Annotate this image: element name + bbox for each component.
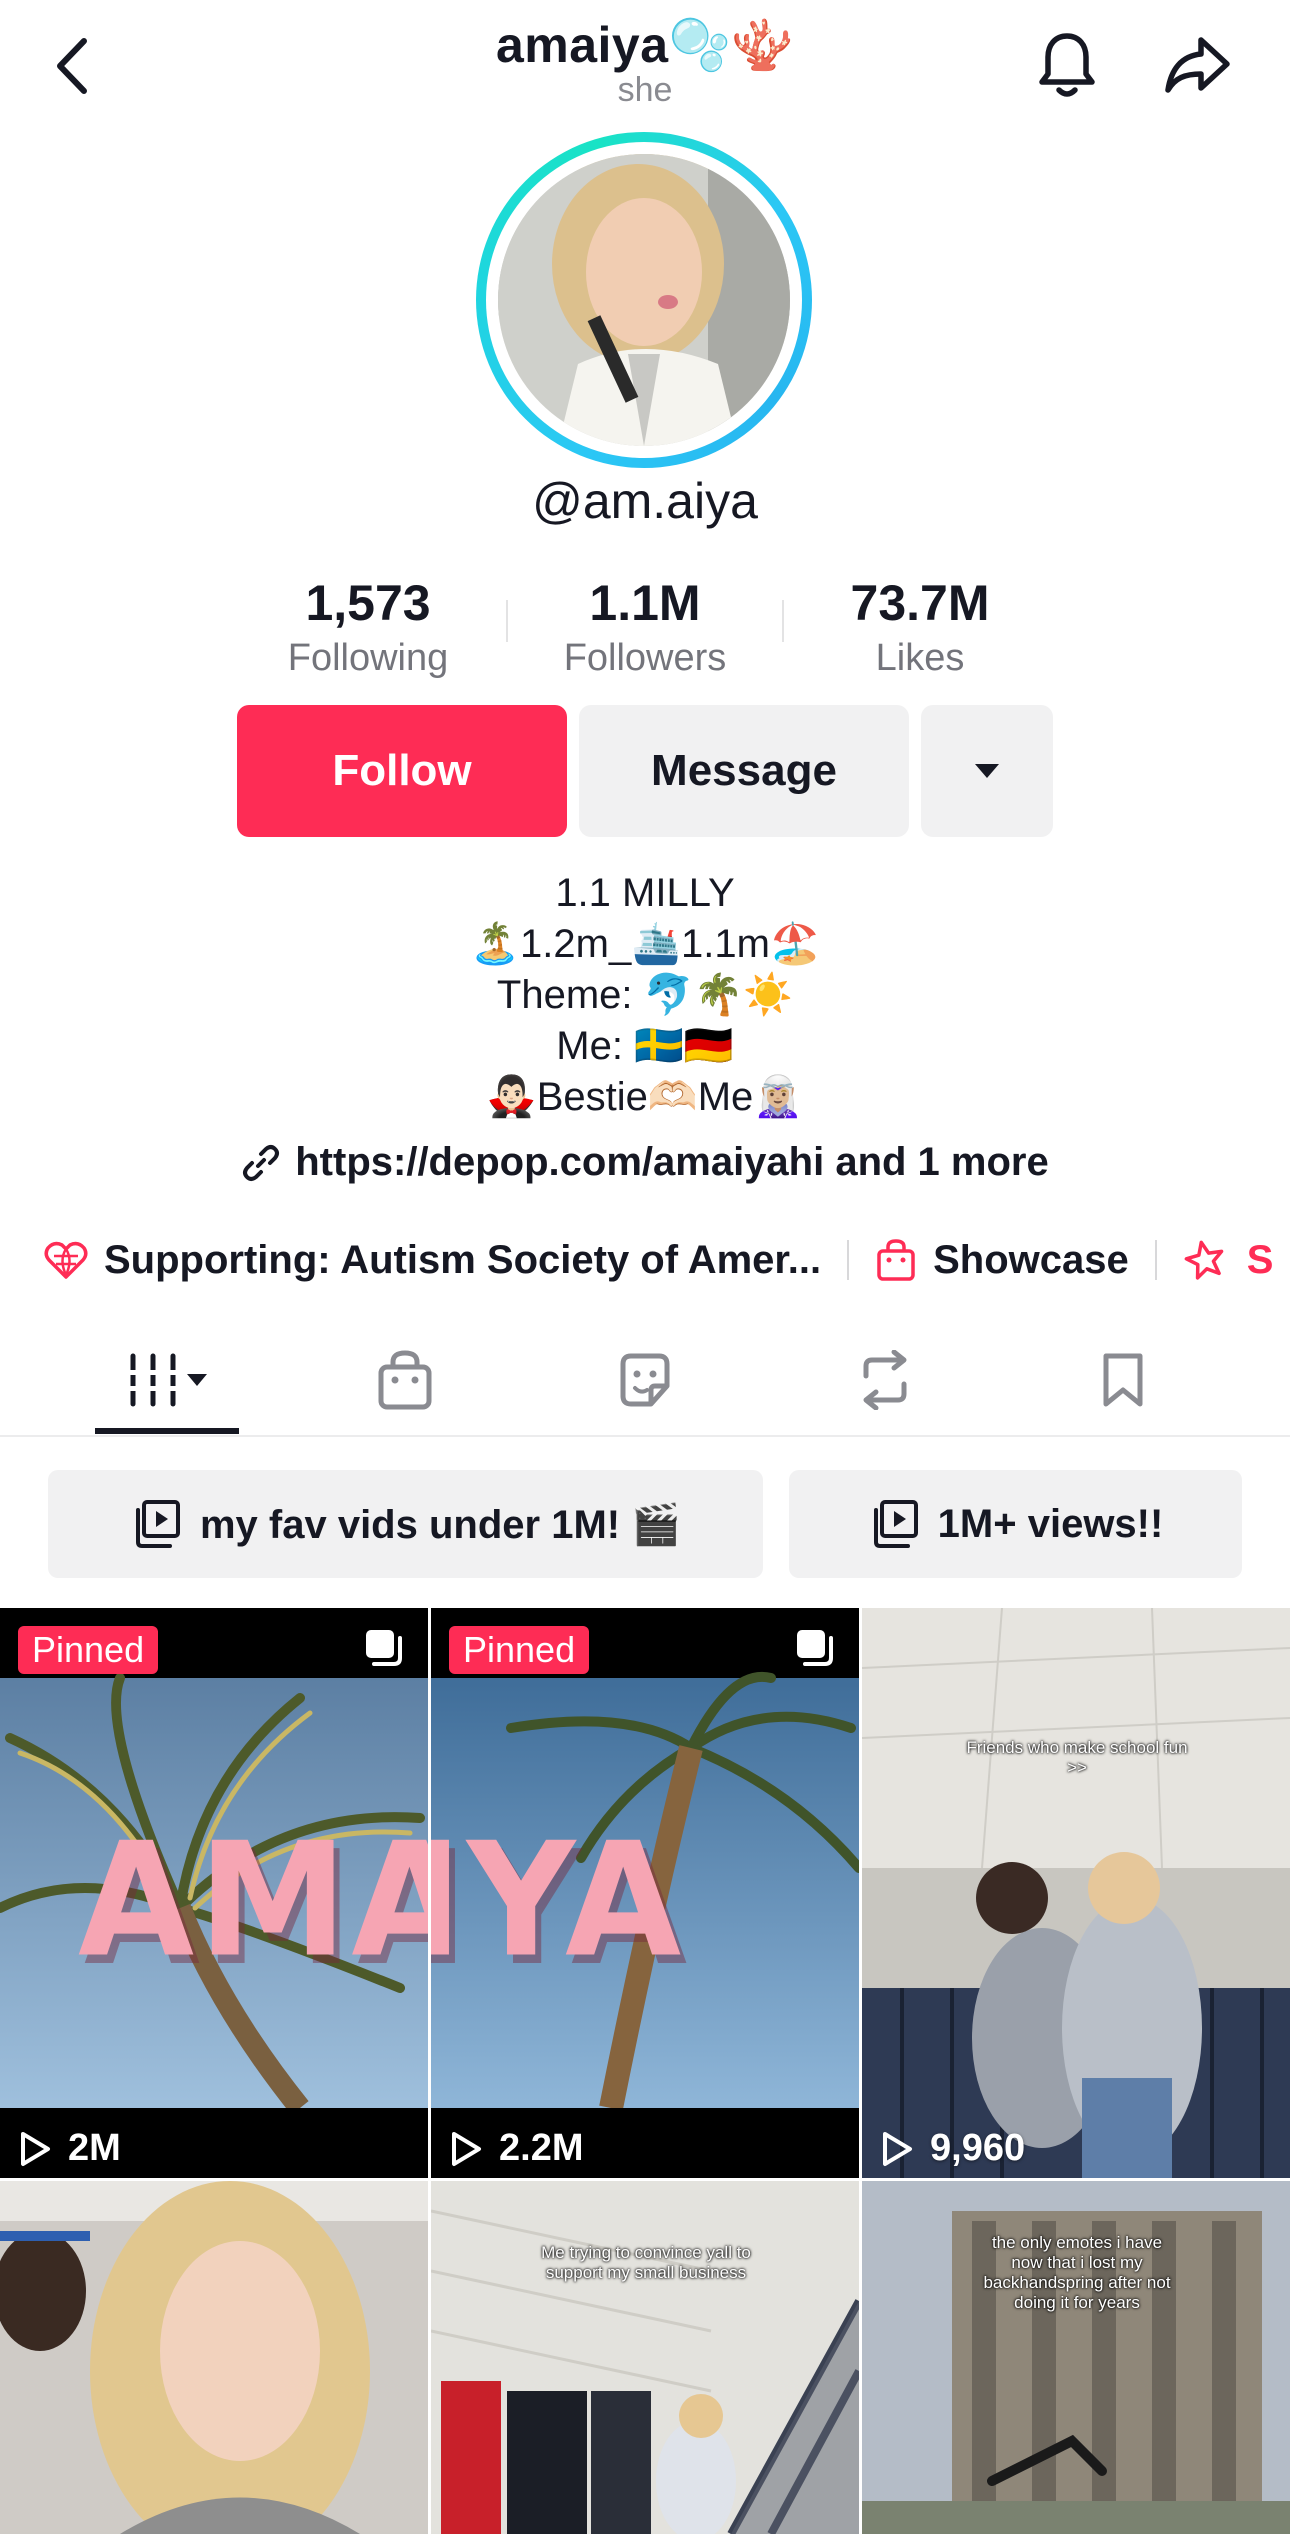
stat-divider xyxy=(782,600,784,642)
video-caption: Me trying to convince yall to support my… xyxy=(541,2243,751,2282)
play-icon xyxy=(18,2130,52,2168)
view-count-text: 2M xyxy=(68,2127,121,2169)
stat-value: 73.7M xyxy=(850,575,990,631)
tab-stickers[interactable] xyxy=(590,1345,700,1415)
pinned-badge: Pinned xyxy=(449,1626,590,1674)
chip-divider xyxy=(847,1240,850,1280)
tab-reposts[interactable] xyxy=(830,1345,940,1415)
playlist-button[interactable]: 1M+ views!! xyxy=(789,1470,1242,1578)
videos-grid-icon xyxy=(123,1353,207,1407)
stat-label: Likes xyxy=(875,637,965,679)
stat-label: Followers xyxy=(563,637,727,679)
follow-button[interactable]: Follow xyxy=(237,705,567,837)
video-overlay-title: IYA xyxy=(431,1809,686,1993)
profile-stats: 1,573 Following 1.1M Followers 73.7M Lik… xyxy=(0,570,1290,690)
stat-followers[interactable]: 1.1M Followers xyxy=(525,570,765,680)
playlist-label: my fav vids under 1M! 🎬 xyxy=(199,1502,682,1547)
chip-label: S xyxy=(1246,1237,1274,1282)
profile-bio: 1.1 MILLY 🏝️1.2m_🛳️1.1m🏖️ Theme: 🐬🌴☀️ Me… xyxy=(0,868,1290,1123)
chip-showcase[interactable]: Showcase xyxy=(875,1238,1129,1283)
view-count: 2M xyxy=(18,2127,121,2170)
bio-line: 🧛🏻‍♂️Bestie🫶🏻Me🧝🏼‍♀️ xyxy=(486,1075,804,1119)
video-caption: the only emotes i have now that i lost m… xyxy=(983,2233,1171,2312)
playlist-icon xyxy=(868,1498,920,1550)
profile-actions: Follow Message xyxy=(237,705,1053,837)
playlist-icon xyxy=(130,1498,182,1550)
bookmark-icon xyxy=(1103,1353,1143,1407)
playlist-label: 1M+ views!! xyxy=(937,1501,1164,1546)
video-thumbnail[interactable]: Friends who make school fun >> 9,960 xyxy=(862,1608,1290,2178)
pinned-badge: Pinned xyxy=(18,1626,159,1674)
bio-line: 🏝️1.2m_🛳️1.1m🏖️ xyxy=(470,922,820,966)
stat-value: 1,573 xyxy=(305,575,431,631)
star-icon xyxy=(1183,1238,1231,1282)
stat-following[interactable]: 1,573 Following xyxy=(248,570,488,680)
play-icon xyxy=(880,2130,914,2168)
profile-chips: Supporting: Autism Society of Amer... Sh… xyxy=(44,1225,1273,1295)
chip-label: Showcase xyxy=(933,1237,1129,1282)
stat-divider xyxy=(506,600,508,642)
heart-globe-icon xyxy=(44,1240,88,1280)
bio-link-text: https://depop.com/amaiyahi and 1 more xyxy=(295,1140,1049,1184)
video-caption: Friends who make school fun >> xyxy=(966,1738,1188,1777)
stat-likes[interactable]: 73.7M Likes xyxy=(800,570,1040,680)
playlists-row: my fav vids under 1M! 🎬 1M+ views!! xyxy=(48,1470,1242,1578)
active-tab-indicator xyxy=(95,1428,239,1434)
shop-bag-icon xyxy=(378,1350,432,1410)
share-button[interactable] xyxy=(1158,22,1238,108)
avatar xyxy=(498,154,790,446)
notification-button[interactable] xyxy=(1030,22,1104,108)
tab-videos[interactable] xyxy=(110,1345,220,1415)
bio-line: 1.1 MILLY xyxy=(555,871,735,915)
top-bar: amaiya🫧🪸 she xyxy=(0,0,1290,130)
tab-favorites[interactable] xyxy=(1068,1345,1178,1415)
multi-photo-icon xyxy=(797,1630,833,1666)
video-thumbnail[interactable] xyxy=(0,2181,428,2534)
shopping-bag-icon xyxy=(875,1238,917,1282)
bio-line: Me: 🇸🇪🇩🇪 xyxy=(556,1024,734,1068)
multi-photo-icon xyxy=(366,1630,402,1666)
bio-link[interactable]: https://depop.com/amaiyahi and 1 more xyxy=(0,1140,1290,1185)
profile-tabs xyxy=(0,1325,1290,1437)
video-thumbnail[interactable]: IYA Pinned 2.2M xyxy=(431,1608,859,2178)
video-thumbnail[interactable]: the only emotes i have now that i lost m… xyxy=(862,2181,1290,2534)
play-icon xyxy=(449,2130,483,2168)
avatar-story-ring[interactable] xyxy=(476,132,812,468)
stat-label: Following xyxy=(287,637,449,679)
playlist-button[interactable]: my fav vids under 1M! 🎬 xyxy=(48,1470,763,1578)
view-count: 2.2M xyxy=(449,2127,583,2170)
video-thumbnail[interactable]: AMAI Pinned 2M xyxy=(0,1608,428,2178)
share-arrow-icon xyxy=(1165,37,1230,93)
repost-icon xyxy=(863,1350,907,1410)
chip-more[interactable]: S xyxy=(1183,1237,1274,1283)
chip-label: Supporting: Autism Society of Amer... xyxy=(104,1237,822,1282)
video-thumbnail[interactable]: Me trying to convince yall to support my… xyxy=(431,2181,859,2534)
chip-divider xyxy=(1154,1240,1157,1280)
sticker-icon xyxy=(620,1353,670,1407)
profile-handle: @am.aiya xyxy=(532,473,758,529)
chip-supporting[interactable]: Supporting: Autism Society of Amer... xyxy=(44,1238,821,1283)
video-overlay-title: AMAI xyxy=(78,1809,428,1993)
bio-line: Theme: 🐬🌴☀️ xyxy=(496,973,794,1017)
link-icon xyxy=(241,1143,281,1183)
view-count-text: 9,960 xyxy=(930,2127,1026,2169)
stat-value: 1.1M xyxy=(589,575,701,631)
view-count-text: 2.2M xyxy=(499,2127,584,2169)
caret-down-icon xyxy=(975,764,999,778)
message-button[interactable]: Message xyxy=(579,705,909,837)
suggested-accounts-button[interactable] xyxy=(921,705,1053,837)
tab-shop[interactable] xyxy=(350,1345,460,1415)
view-count: 9,960 xyxy=(880,2127,1025,2170)
bell-icon xyxy=(1039,33,1095,97)
